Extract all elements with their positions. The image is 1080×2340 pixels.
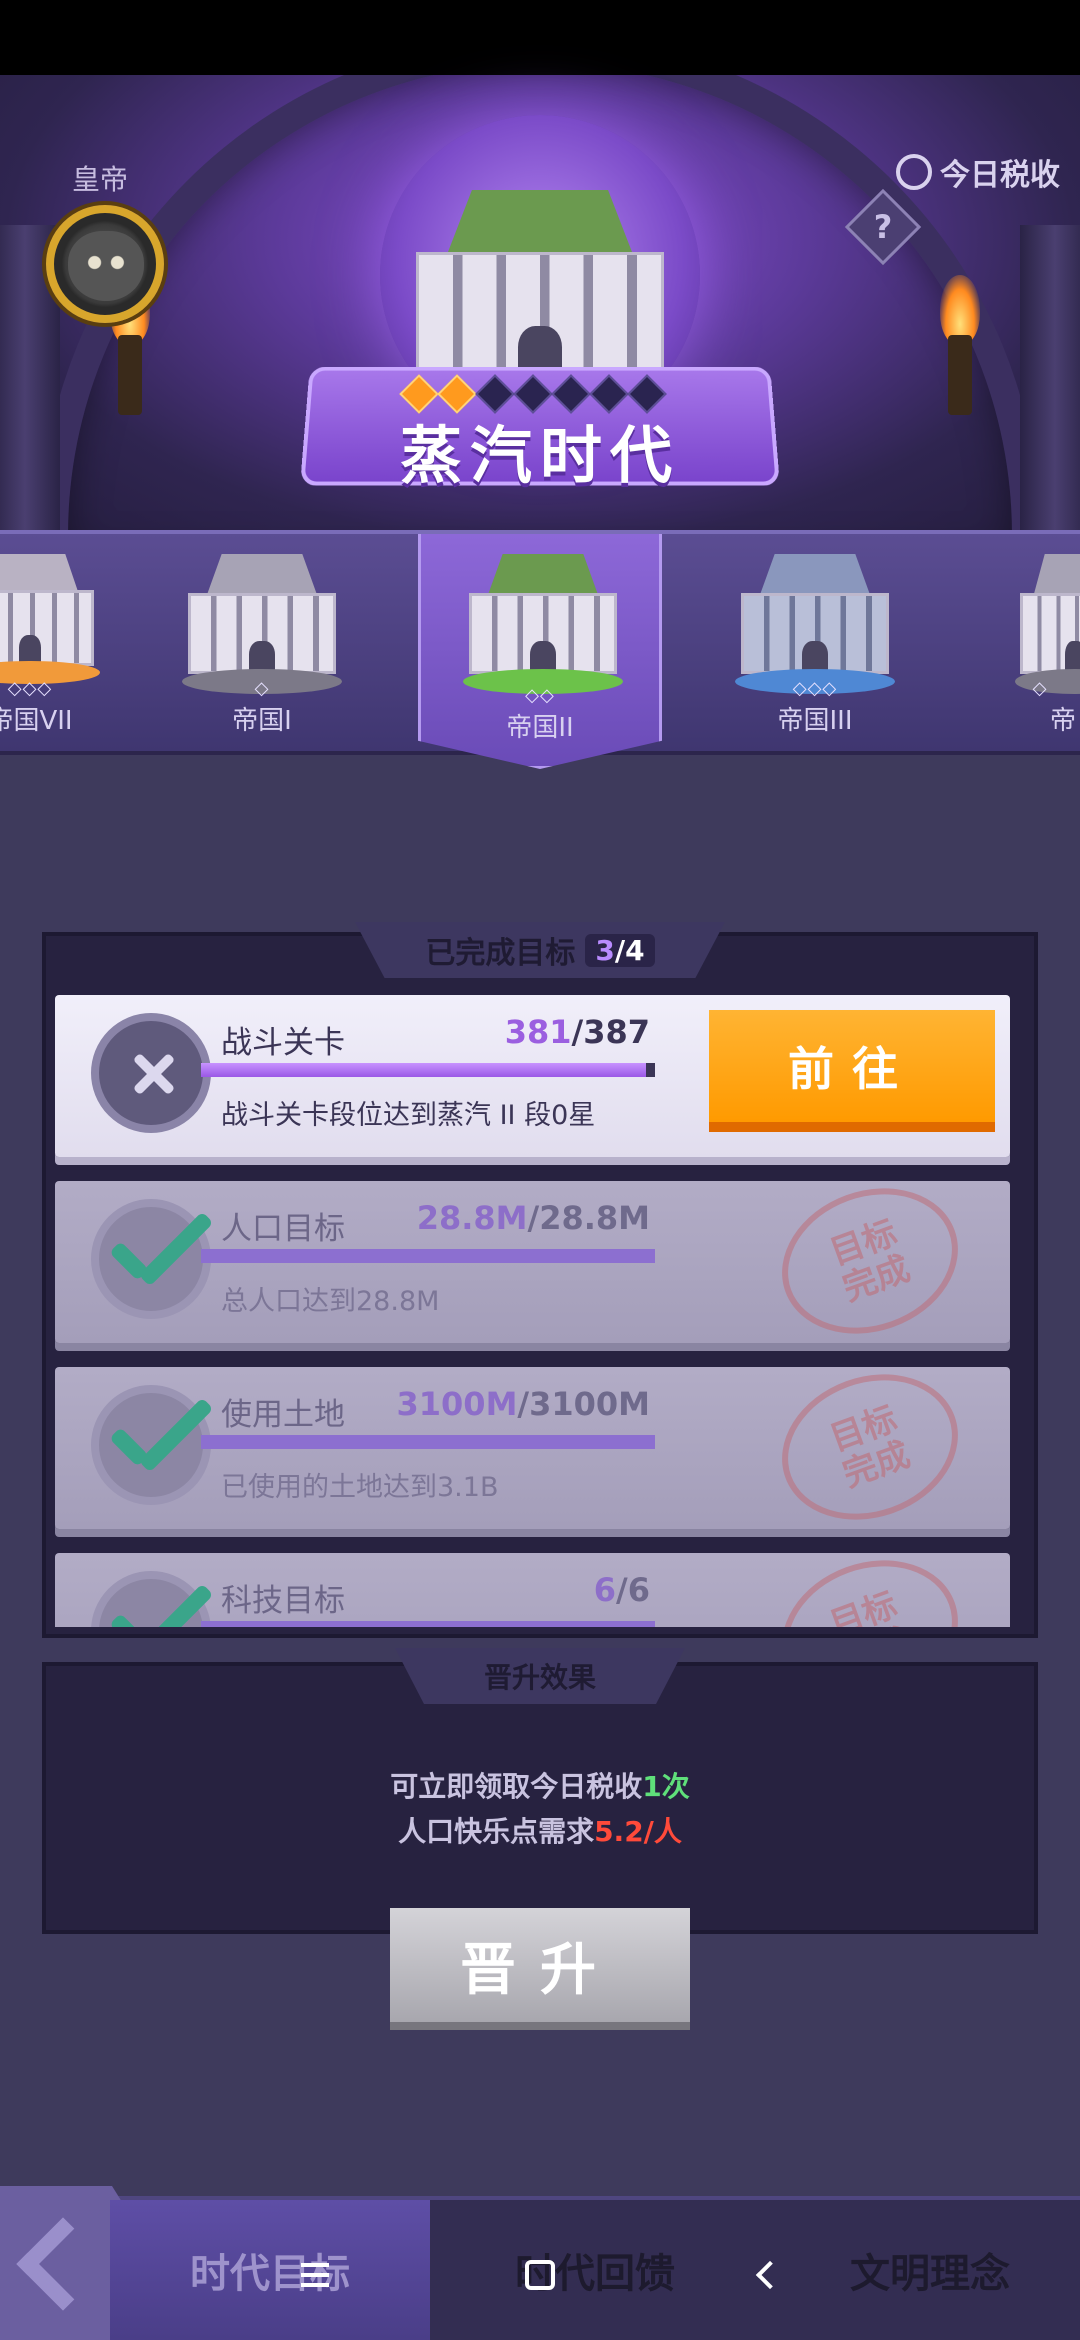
daily-tax-button[interactable]: 今日税收 bbox=[896, 150, 1060, 194]
objectives-header: 已完成目标 3/4 bbox=[355, 922, 725, 978]
objective-progress: 3100M/3100M bbox=[396, 1385, 651, 1423]
objective-progress-bar bbox=[201, 1249, 655, 1263]
objective-description: 战斗关卡段位达到蒸汽 II 段0星 bbox=[221, 1100, 596, 1131]
effect-tax-line: 可立即领取今日税收1次 bbox=[390, 1770, 690, 1803]
promote-button[interactable]: 晋升 bbox=[390, 1908, 690, 2030]
objective-tech-card: 科技目标 6/6 目标完成 bbox=[55, 1536, 1010, 1627]
building-icon bbox=[182, 554, 342, 694]
promotion-effect-title: 晋升效果 bbox=[483, 1661, 596, 1694]
crossed-swords-icon bbox=[91, 1013, 211, 1133]
tab-empire-next[interactable]: ◇ 帝 bbox=[1000, 534, 1080, 759]
emperor-label: 皇帝 bbox=[72, 163, 129, 196]
building-icon bbox=[0, 554, 100, 684]
tab-era-goals[interactable]: 时代目标 bbox=[110, 2200, 430, 2340]
system-back-icon[interactable] bbox=[740, 2245, 800, 2305]
objective-name: 使用土地 bbox=[221, 1397, 345, 1433]
building-icon bbox=[735, 554, 895, 694]
money-bag-icon bbox=[896, 154, 932, 190]
tab-era-rewards[interactable]: 时代回馈 bbox=[440, 2200, 750, 2340]
completed-stamp: 目标完成 bbox=[761, 1350, 979, 1544]
tab-empire-i[interactable]: ◇ 帝国I bbox=[162, 534, 362, 759]
daily-tax-label: 今日税收 bbox=[940, 158, 1060, 193]
system-menu-icon[interactable] bbox=[285, 2245, 345, 2305]
go-button[interactable]: 前往 bbox=[709, 1010, 995, 1132]
objective-description: 总人口达到28.8M bbox=[221, 1286, 440, 1317]
tab-empire-vii[interactable]: ◇◇◇ 帝国VII bbox=[0, 534, 100, 759]
promotion-effect-header: 晋升效果 bbox=[395, 1648, 685, 1704]
right-pillar bbox=[1020, 225, 1080, 545]
objective-progress: 6/6 bbox=[593, 1571, 650, 1609]
building-icon bbox=[463, 554, 623, 694]
building-icon bbox=[1015, 554, 1080, 694]
objective-progress: 381/387 bbox=[504, 1013, 650, 1051]
effect-happiness-line: 人口快乐点需求5.2/人 bbox=[398, 1815, 682, 1848]
tab-empire-ii[interactable]: ◇◇ 帝国II bbox=[418, 534, 662, 769]
system-home-icon[interactable] bbox=[510, 2245, 570, 2305]
completed-stamp: 目标完成 bbox=[761, 1536, 979, 1627]
torch-icon bbox=[930, 275, 990, 415]
objective-progress-bar bbox=[201, 1621, 655, 1627]
objective-land-card: 使用土地 3100M/3100M 已使用的土地达到3.1B 目标完成 bbox=[55, 1350, 1010, 1544]
objective-battle-card: 战斗关卡 381/387 战斗关卡段位达到蒸汽 II 段0星 前往 bbox=[55, 995, 1010, 1157]
tab-civilization[interactable]: 文明理念 bbox=[780, 2200, 1080, 2340]
era-stars bbox=[399, 374, 667, 414]
objectives-title: 已完成目标 bbox=[425, 936, 576, 971]
completed-stamp: 目标完成 bbox=[761, 1164, 979, 1358]
objective-description: 已使用的土地达到3.1B bbox=[221, 1472, 499, 1503]
objective-progress: 28.8M/28.8M bbox=[416, 1199, 650, 1237]
tab-empire-iii[interactable]: ◇◇◇ 帝国III bbox=[715, 534, 915, 759]
objective-progress-bar bbox=[201, 1063, 655, 1077]
objective-progress-bar bbox=[201, 1435, 655, 1449]
objective-name: 战斗关卡 bbox=[221, 1025, 345, 1061]
objectives-list[interactable]: 战斗关卡 381/387 战斗关卡段位达到蒸汽 II 段0星 前往 人口目标 2… bbox=[55, 995, 1015, 1627]
emperor-avatar[interactable] bbox=[46, 205, 164, 323]
status-bar bbox=[0, 0, 1080, 75]
cat-portrait-icon bbox=[68, 231, 144, 301]
era-title: 蒸汽时代 bbox=[399, 419, 680, 492]
objective-name: 科技目标 bbox=[221, 1583, 345, 1619]
objective-population-card: 人口目标 28.8M/28.8M 总人口达到28.8M 目标完成 bbox=[55, 1164, 1010, 1358]
objective-name: 人口目标 bbox=[221, 1211, 345, 1247]
empire-tabs: ◇◇◇ 帝国VII ◇ 帝国I ◇◇ 帝国II ◇◇◇ 帝国III ◇ 帝 bbox=[0, 530, 1080, 769]
objectives-count: 3/4 bbox=[585, 933, 655, 967]
